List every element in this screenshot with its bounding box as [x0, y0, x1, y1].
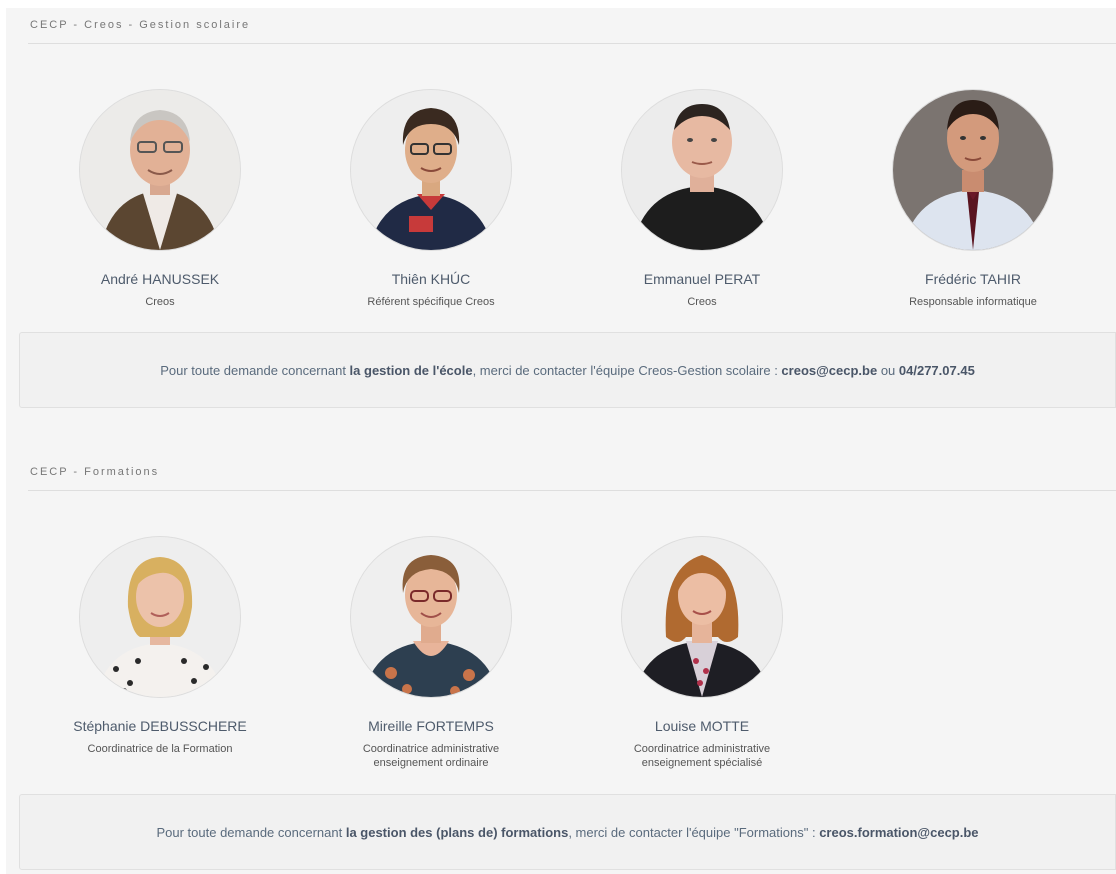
contact-phone[interactable]: 04/277.07.45: [899, 363, 975, 378]
member-name: Emmanuel PERAT: [643, 271, 761, 287]
member-name: Stéphanie DEBUSSCHERE: [73, 718, 247, 734]
notice-text: ou: [877, 362, 899, 378]
notice-text: Pour toute demande concernant: [156, 824, 346, 840]
member-photo: [350, 89, 512, 251]
member-photo: [79, 536, 241, 698]
member-photo: [350, 536, 512, 698]
contact-email[interactable]: creos.formation@cecp.be: [819, 825, 978, 840]
contact-notice: Pour toute demande concernant la gestion…: [19, 794, 1116, 870]
member-card: Frédéric TAHIR Responsable informatique: [873, 89, 1073, 309]
member-card: André HANUSSEK Creos: [60, 89, 260, 309]
member-card: Mireille FORTEMPS Coordinatrice administ…: [331, 536, 531, 770]
notice-text: , merci de contacter l'équipe Creos-Gest…: [472, 362, 782, 378]
member-role: Coordinatrice de la Formation: [87, 743, 233, 755]
notice-emphasis: la gestion de l'école: [349, 362, 473, 378]
member-name: Louise MOTTE: [654, 718, 750, 734]
member-card: Louise MOTTE Coordinatrice administrativ…: [602, 536, 802, 770]
member-photo: [621, 89, 783, 251]
section-title: CECP - Formations: [30, 466, 160, 478]
section-title: CECP - Creos - Gestion scolaire: [30, 19, 251, 31]
member-name: Mireille FORTEMPS: [368, 718, 494, 734]
member-photo: [621, 536, 783, 698]
member-role: Référent spécifique Creos: [367, 296, 495, 308]
member-role: Creos: [687, 296, 717, 308]
notice-text: Pour toute demande concernant: [160, 362, 350, 378]
member-role: Responsable informatique: [909, 296, 1037, 308]
contact-notice: Pour toute demande concernant la gestion…: [19, 332, 1116, 408]
member-card: Stéphanie DEBUSSCHERE Coordinatrice de l…: [60, 536, 260, 756]
notice-text: , merci de contacter l'équipe "Formation…: [568, 824, 820, 840]
member-photo: [892, 89, 1054, 251]
member-name: André HANUSSEK: [100, 271, 220, 287]
member-name: Thiên KHÚC: [391, 271, 471, 287]
team-grid: André HANUSSEK Creos Thiên KHÚC Référent…: [6, 89, 1116, 329]
member-role: Creos: [145, 296, 175, 308]
member-photo: [79, 89, 241, 251]
member-card: Thiên KHÚC Référent spécifique Creos: [331, 89, 531, 309]
member-name: Frédéric TAHIR: [925, 271, 1021, 287]
section-divider: [28, 43, 1116, 44]
member-role: Coordinatrice administrative enseignemen…: [633, 743, 771, 769]
contact-email[interactable]: creos@cecp.be: [781, 363, 877, 378]
team-grid: Stéphanie DEBUSSCHERE Coordinatrice de l…: [6, 536, 1116, 776]
member-role: Coordinatrice administrative enseignemen…: [362, 743, 500, 769]
notice-emphasis: la gestion des (plans de) formations: [345, 824, 569, 840]
page: CECP - Creos - Gestion scolaire André HA…: [6, 8, 1116, 874]
member-card: Emmanuel PERAT Creos: [602, 89, 802, 309]
section-divider: [28, 490, 1116, 491]
